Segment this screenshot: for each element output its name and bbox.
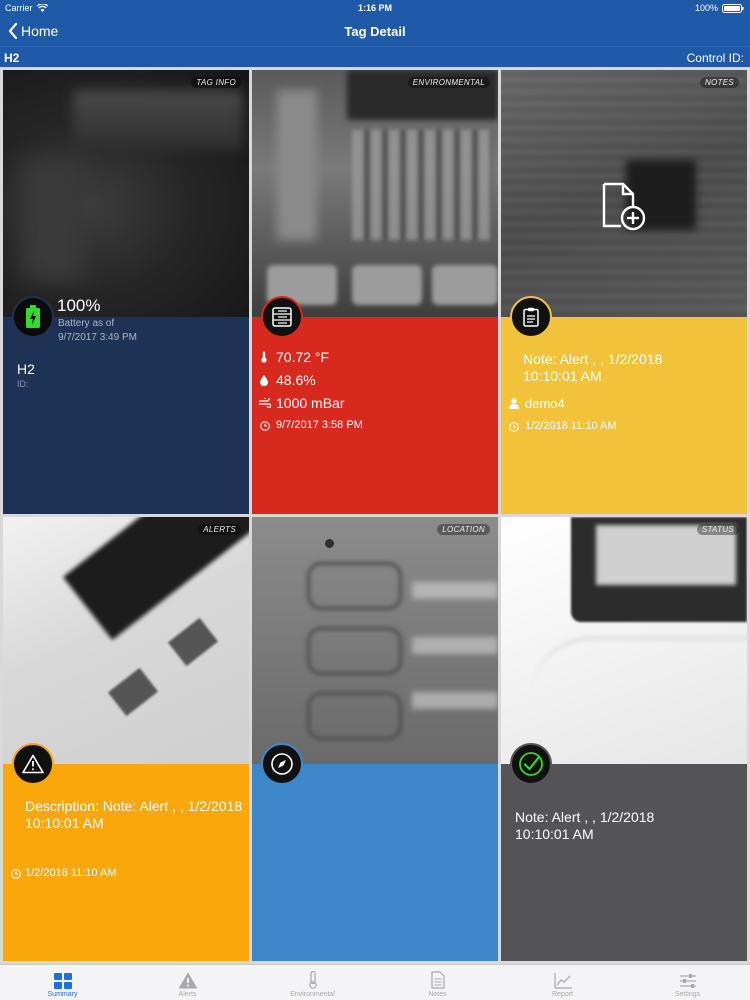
- clipboard-icon: [523, 307, 539, 327]
- user-icon: [509, 398, 519, 409]
- notes-badge: [510, 296, 552, 338]
- battery-percent: 100%: [694, 3, 718, 13]
- note-user: demo4: [525, 396, 565, 411]
- tab-label: Alerts: [178, 991, 197, 998]
- tile-tag-label: ALERTS: [198, 524, 241, 535]
- tab-report[interactable]: Report: [500, 965, 625, 1000]
- tag-info-id-label: ID:: [17, 379, 29, 389]
- status-tile[interactable]: STATUS Note: Alert , , 1/2/2018 10:10:01…: [501, 517, 747, 961]
- tab-label: Notes: [428, 991, 447, 998]
- status-badge: [510, 743, 552, 785]
- temperature-value: 70.72 °F: [276, 349, 330, 365]
- tag-info-tile[interactable]: TAG INFO 100% Battery as of 9/7/2017 3:4…: [3, 70, 249, 514]
- pressure-value: 1000 mBar: [276, 395, 345, 411]
- control-id-label: Control ID:: [686, 51, 744, 65]
- alerts-tile[interactable]: ALERTS Description: Note: Alert , , 1/2/…: [3, 517, 249, 961]
- environmental-tile[interactable]: ENVIRONMENTAL 70.72 °F 48.6% 1000 mBar 9…: [252, 70, 498, 514]
- page-title: Tag Detail: [344, 24, 406, 39]
- notes-timestamp: 1/2/2018 11:10 AM: [525, 420, 617, 432]
- alert-description: Description: Note: Alert , , 1/2/2018 10…: [25, 798, 243, 831]
- thermometer-icon: [261, 351, 267, 363]
- humidity-value: 48.6%: [276, 372, 316, 388]
- tile-tag-label: ENVIRONMENTAL: [407, 77, 490, 88]
- thermometer-icon: [308, 971, 317, 989]
- compass-icon: [271, 753, 293, 775]
- check-circle-icon: [519, 752, 543, 776]
- wind-icon: [259, 398, 271, 408]
- tile-tag-label: TAG INFO: [191, 77, 241, 88]
- tag-info-name: H2: [17, 361, 35, 377]
- note-text: Note: Alert , , 1/2/2018 10:10:01 AM: [523, 351, 663, 384]
- environmental-timestamp: 9/7/2017 3:58 PM: [276, 419, 363, 431]
- tab-summary[interactable]: Summary: [0, 965, 125, 1000]
- alerts-panel: [3, 764, 249, 961]
- tag-info-photo: [3, 70, 249, 317]
- tab-label: Environmental: [290, 991, 335, 998]
- clock-icon: [260, 421, 270, 431]
- tab-bar: Summary Alerts Environmental Notes Repor…: [0, 964, 750, 1000]
- clock-icon: [509, 422, 519, 432]
- status-note-text: Note: Alert , , 1/2/2018 10:10:01 AM: [515, 809, 655, 842]
- tab-environmental[interactable]: Environmental: [250, 965, 375, 1000]
- navigation-bar: Home Tag Detail: [0, 16, 750, 46]
- status-bar: Carrier 1:16 PM 100%: [0, 0, 750, 16]
- environmental-badge: [261, 296, 303, 338]
- warning-icon: [178, 972, 197, 989]
- notes-panel: [501, 317, 747, 514]
- status-panel: [501, 764, 747, 961]
- notes-tile[interactable]: NOTES Note: Alert , , 1/2/2018 10:10:01 …: [501, 70, 747, 514]
- tag-subheader: H2 Control ID:: [0, 46, 750, 67]
- battery-percent-value: 100%: [57, 296, 101, 315]
- environmental-photo: [252, 70, 498, 317]
- add-note-icon[interactable]: [601, 182, 649, 234]
- tab-label: Report: [551, 991, 573, 998]
- humidity-icon: [260, 375, 268, 386]
- tile-tag-label: NOTES: [699, 77, 739, 88]
- grid-icon: [53, 973, 72, 989]
- clock-icon: [11, 869, 21, 879]
- tile-tag-label: STATUS: [696, 524, 739, 535]
- tag-name: H2: [4, 51, 20, 65]
- location-badge: [261, 743, 303, 785]
- battery-badge: [12, 296, 54, 338]
- server-icon: [272, 307, 292, 327]
- status-photo: [501, 517, 747, 764]
- sliders-icon: [679, 974, 696, 988]
- tab-label: Summary: [47, 991, 78, 998]
- location-panel: [252, 764, 498, 961]
- environmental-panel: [252, 317, 498, 514]
- clock: 1:16 PM: [357, 3, 392, 13]
- tile-tag-label: LOCATION: [437, 524, 490, 535]
- tab-label: Settings: [674, 991, 701, 998]
- tab-alerts[interactable]: Alerts: [125, 965, 250, 1000]
- warning-icon: [22, 754, 44, 774]
- battery-date: 9/7/2017 3:49 PM: [58, 332, 137, 343]
- tab-notes[interactable]: Notes: [375, 965, 500, 1000]
- alerts-timestamp: 1/2/2018 11:10 AM: [25, 867, 117, 879]
- document-icon: [430, 971, 445, 989]
- location-tile[interactable]: LOCATION: [252, 517, 498, 961]
- location-photo: [252, 517, 498, 764]
- chart-icon: [553, 973, 572, 989]
- alerts-photo: [3, 517, 249, 764]
- battery-as-of-label: Battery as of: [58, 318, 115, 329]
- battery-icon: [722, 3, 744, 13]
- alerts-badge: [12, 743, 54, 785]
- tile-grid: TAG INFO 100% Battery as of 9/7/2017 3:4…: [3, 70, 748, 962]
- tab-settings[interactable]: Settings: [625, 965, 750, 1000]
- battery-full-icon: [26, 305, 40, 328]
- tag-info-panel: [3, 317, 249, 514]
- battery-indicator: 100%: [695, 3, 744, 13]
